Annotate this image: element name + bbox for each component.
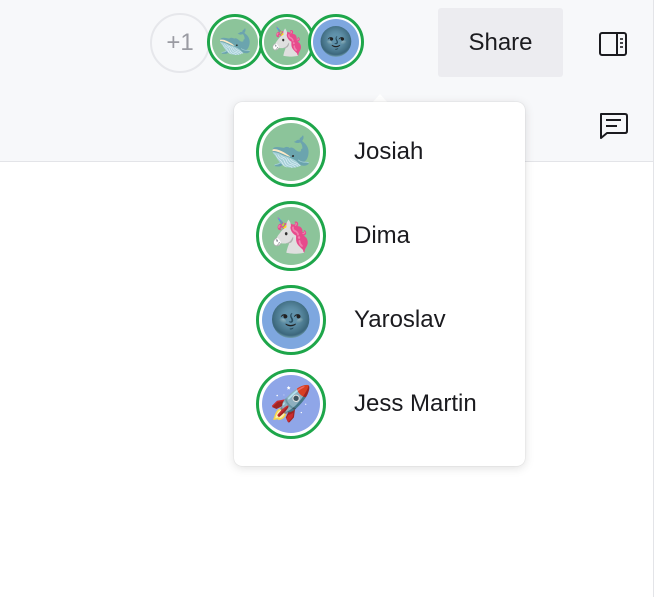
comments-button[interactable] [593, 106, 633, 146]
collaborator-avatar: 🐋 [256, 117, 326, 187]
comment-icon [600, 113, 628, 139]
collaborator-row[interactable]: 🌚 Yaroslav [256, 285, 516, 355]
rocket-icon: 🚀 [262, 375, 320, 433]
collaborator-name: Jess Martin [354, 390, 477, 417]
collaborator-avatar: 🚀 [256, 369, 326, 439]
collaborator-name: Dima [354, 222, 411, 249]
collaborators-dropdown: 🐋 Josiah 🦄 Dima 🌚 Yaroslav 🚀 Jess Martin [234, 102, 525, 466]
sidebar-panel-button[interactable] [593, 24, 633, 64]
collaborator-row[interactable]: 🚀 Jess Martin [256, 369, 516, 439]
collaborator-avatar: 🦄 [256, 201, 326, 271]
collaborator-row[interactable]: 🦄 Dima [256, 201, 516, 271]
new-moon-face-icon: 🌚 [262, 291, 320, 349]
more-collaborators-count[interactable]: +1 [150, 13, 210, 73]
whale-icon: 🐋 [262, 123, 320, 181]
unicorn-icon: 🦄 [262, 207, 320, 265]
unicorn-icon: 🦄 [264, 19, 310, 65]
sidebar-panel-icon [599, 32, 627, 56]
share-button[interactable]: Share [438, 8, 563, 77]
collaborator-name: Yaroslav [354, 306, 446, 333]
whale-icon: 🐋 [212, 19, 258, 65]
collaborator-row[interactable]: 🐋 Josiah [256, 117, 516, 187]
collaborator-avatar[interactable]: 🐋 [207, 14, 263, 70]
collaborator-name: Josiah [354, 138, 424, 165]
collaborator-avatar[interactable]: 🌚 [308, 14, 364, 70]
new-moon-face-icon: 🌚 [313, 19, 359, 65]
collaborator-avatar: 🌚 [256, 285, 326, 355]
collaborator-avatar[interactable]: 🦄 [259, 14, 315, 70]
